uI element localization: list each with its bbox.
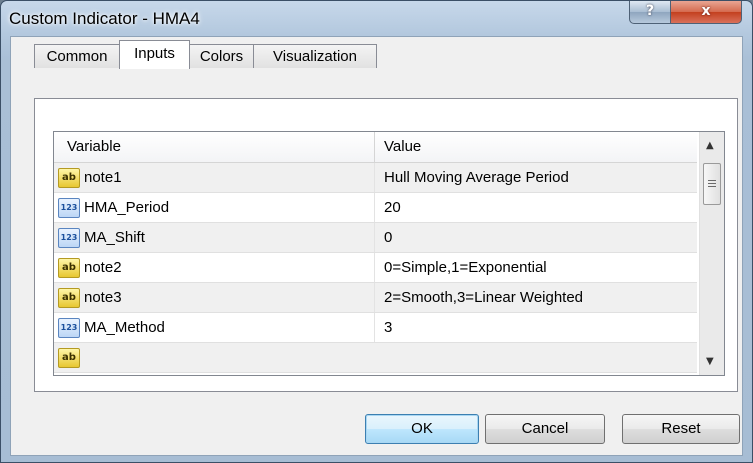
variable-name: note2 xyxy=(84,259,122,276)
table-row[interactable]: 123 HMA_Period 20 xyxy=(54,193,697,223)
cell-divider xyxy=(374,283,375,312)
title-bar[interactable]: Custom Indicator - HMA4 ? x xyxy=(1,1,752,35)
cancel-button[interactable]: Cancel xyxy=(485,414,605,444)
vertical-scrollbar[interactable]: ▲ ▼ xyxy=(699,132,724,375)
table-row[interactable]: 123 MA_Method 3 xyxy=(54,313,697,343)
variable-value[interactable]: 0 xyxy=(384,223,392,252)
column-divider[interactable] xyxy=(374,132,375,162)
variable-value[interactable]: 20 xyxy=(384,193,401,222)
variable-name: note1 xyxy=(84,169,122,186)
scroll-down-icon[interactable]: ▼ xyxy=(706,356,714,367)
string-type-icon: ab xyxy=(58,348,80,368)
close-icon: x xyxy=(701,3,711,19)
column-header-value[interactable]: Value xyxy=(384,132,421,162)
tab-common[interactable]: Common xyxy=(34,44,120,68)
table-row[interactable]: ab note1 Hull Moving Average Period xyxy=(54,163,697,193)
tab-inputs[interactable]: Inputs xyxy=(119,40,190,69)
cell-divider xyxy=(374,163,375,192)
grip-line xyxy=(708,183,716,184)
inputs-table: Variable Value ab note1 Hull Moving Aver… xyxy=(53,131,725,376)
variable-name: HMA_Period xyxy=(84,199,170,216)
table-row[interactable]: ab note3 2=Smooth,3=Linear Weighted xyxy=(54,283,697,313)
column-header-variable[interactable]: Variable xyxy=(67,132,121,162)
variable-name: note3 xyxy=(84,289,122,306)
scrollbar-thumb[interactable] xyxy=(703,163,721,205)
string-type-icon: ab xyxy=(58,258,80,278)
table-row-partial[interactable]: ab xyxy=(54,343,697,373)
cell-divider xyxy=(374,253,375,282)
cell-divider xyxy=(374,223,375,252)
close-button[interactable]: x xyxy=(670,1,742,24)
help-icon: ? xyxy=(645,3,655,19)
variable-value[interactable]: 0=Simple,1=Exponential xyxy=(384,253,547,282)
tab-colors[interactable]: Colors xyxy=(189,44,254,68)
variable-value[interactable]: Hull Moving Average Period xyxy=(384,163,569,192)
table-row[interactable]: ab note2 0=Simple,1=Exponential xyxy=(54,253,697,283)
variable-value[interactable]: 2=Smooth,3=Linear Weighted xyxy=(384,283,583,312)
help-button[interactable]: ? xyxy=(629,1,671,24)
string-type-icon: ab xyxy=(58,168,80,188)
window-title: Custom Indicator - HMA4 xyxy=(9,9,200,28)
grip-line xyxy=(708,180,716,181)
integer-type-icon: 123 xyxy=(58,318,80,338)
variable-name: MA_Method xyxy=(84,319,165,336)
variable-value[interactable]: 3 xyxy=(384,313,392,342)
string-type-icon: ab xyxy=(58,288,80,308)
cell-divider xyxy=(374,313,375,342)
table-row[interactable]: 123 MA_Shift 0 xyxy=(54,223,697,253)
scroll-up-icon[interactable]: ▲ xyxy=(706,140,714,151)
tab-visualization[interactable]: Visualization xyxy=(253,44,377,68)
cell-divider xyxy=(374,193,375,222)
ok-button[interactable]: OK xyxy=(365,414,479,444)
variable-name: MA_Shift xyxy=(84,229,145,246)
integer-type-icon: 123 xyxy=(58,228,80,248)
reset-button[interactable]: Reset xyxy=(622,414,740,444)
grip-line xyxy=(708,186,716,187)
table-header: Variable Value xyxy=(54,132,697,163)
dialog-window: Custom Indicator - HMA4 ? x Common Input… xyxy=(0,0,753,463)
integer-type-icon: 123 xyxy=(58,198,80,218)
